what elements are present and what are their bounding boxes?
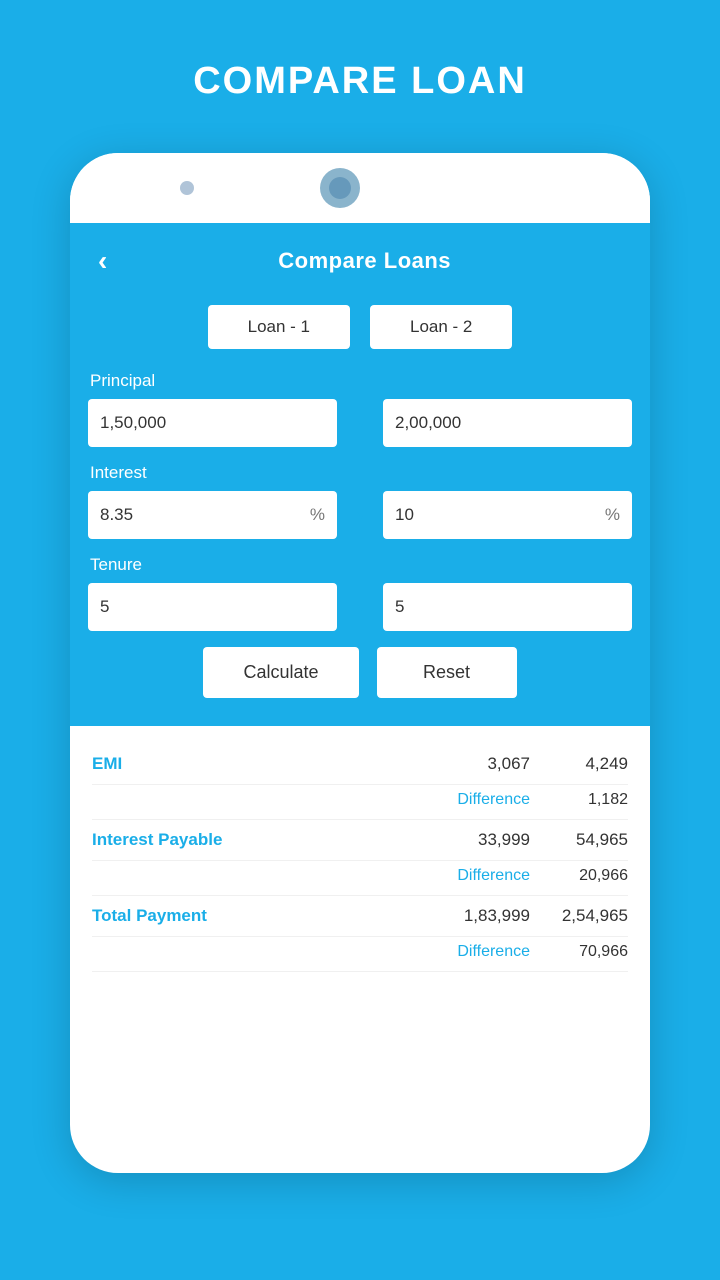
back-button[interactable]: ‹ <box>88 241 117 281</box>
button-row: Calculate Reset <box>88 647 632 698</box>
interest-suffix-2: % <box>601 505 620 525</box>
page-title: COMPARE LOAN <box>193 60 527 103</box>
tenure-input-1[interactable] <box>88 583 337 631</box>
phone-shell: ‹ Compare Loans Loan - 1 Loan - 2 Princi… <box>70 153 650 1173</box>
principal-row: › <box>88 399 632 447</box>
emi-diff-val: 1,182 <box>538 791 628 809</box>
reset-button[interactable]: Reset <box>377 647 517 698</box>
total-payment-diff-val: 70,966 <box>538 943 628 961</box>
interest-row: % › % <box>88 491 632 539</box>
app-content: ‹ Compare Loans Loan - 1 Loan - 2 Princi… <box>70 223 650 726</box>
total-payment-val1: 1,83,999 <box>292 906 538 926</box>
calculate-button[interactable]: Calculate <box>203 647 358 698</box>
interest-suffix-1: % <box>306 505 325 525</box>
total-payment-row: Total Payment 1,83,999 2,54,965 <box>92 896 628 937</box>
interest-input-wrapper-2: % <box>383 491 632 539</box>
interest-payable-row: Interest Payable 33,999 54,965 <box>92 820 628 861</box>
interest-payable-diff-row: Difference 20,966 <box>92 861 628 896</box>
phone-speaker <box>320 168 360 208</box>
interest-payable-label: Interest Payable <box>92 830 292 850</box>
results-section: EMI 3,067 4,249 Difference 1,182 Interes… <box>70 726 650 986</box>
interest-payable-val1: 33,999 <box>292 830 538 850</box>
emi-val2: 4,249 <box>538 754 628 774</box>
interest-arrow-icon: › <box>345 502 375 528</box>
app-header-title: Compare Loans <box>127 248 602 274</box>
loan-tab-2[interactable]: Loan - 2 <box>370 305 512 349</box>
phone-top-bar <box>70 153 650 223</box>
principal-input-2[interactable] <box>383 399 632 447</box>
principal-label: Principal <box>90 371 632 391</box>
total-payment-label: Total Payment <box>92 906 292 926</box>
interest-payable-val2: 54,965 <box>538 830 628 850</box>
interest-payable-diff-label: Difference <box>92 867 538 885</box>
interest-input-wrapper-1: % <box>88 491 337 539</box>
loan-tab-1[interactable]: Loan - 1 <box>208 305 350 349</box>
interest-label: Interest <box>90 463 632 483</box>
total-payment-diff-row: Difference 70,966 <box>92 937 628 972</box>
tenure-input-2[interactable] <box>383 583 632 631</box>
total-payment-diff-label: Difference <box>92 943 538 961</box>
tenure-row: › <box>88 583 632 631</box>
emi-diff-label: Difference <box>92 791 538 809</box>
phone-camera <box>180 181 194 195</box>
interest-input-1[interactable] <box>100 491 306 539</box>
tenure-arrow-icon: › <box>345 594 375 620</box>
principal-input-1[interactable] <box>88 399 337 447</box>
total-payment-val2: 2,54,965 <box>538 906 628 926</box>
emi-diff-row: Difference 1,182 <box>92 785 628 820</box>
loan-tabs: Loan - 1 Loan - 2 <box>88 305 632 349</box>
emi-val1: 3,067 <box>292 754 538 774</box>
principal-arrow-icon: › <box>345 410 375 436</box>
interest-payable-diff-val: 20,966 <box>538 867 628 885</box>
emi-row: EMI 3,067 4,249 <box>92 744 628 785</box>
interest-input-2[interactable] <box>395 491 601 539</box>
emi-label: EMI <box>92 754 292 774</box>
tenure-label: Tenure <box>90 555 632 575</box>
app-header: ‹ Compare Loans <box>88 241 632 281</box>
